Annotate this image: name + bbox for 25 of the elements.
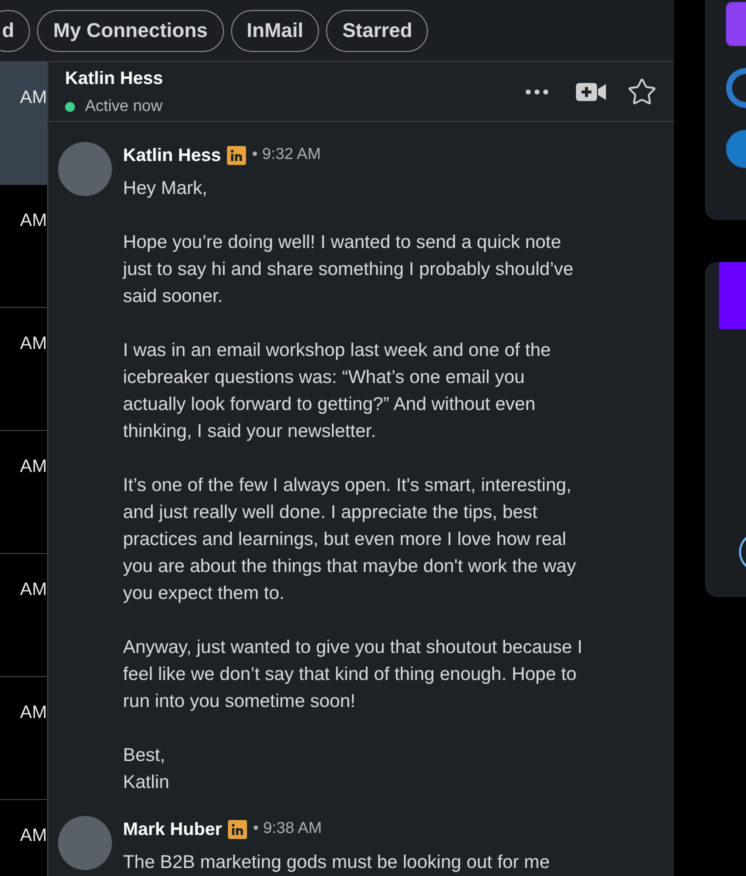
status-text: Active now bbox=[85, 96, 162, 116]
message-text: Hey Mark, bbox=[123, 176, 208, 200]
star-icon[interactable] bbox=[627, 76, 657, 106]
avatar[interactable] bbox=[58, 816, 112, 870]
message-time: • 9:32 AM bbox=[252, 145, 321, 165]
filter-pill[interactable]: Starred bbox=[326, 10, 428, 52]
message-text: Best, Katlin bbox=[123, 743, 170, 794]
filter-pill[interactable]: InMail bbox=[230, 10, 320, 52]
message-time: • 9:38 AM bbox=[253, 819, 322, 839]
avatar[interactable] bbox=[58, 142, 112, 196]
video-camera-plus-icon[interactable] bbox=[576, 80, 606, 102]
app-icon[interactable] bbox=[726, 130, 746, 168]
message-text: The B2B marketing gods must be looking out for me bbox=[123, 850, 551, 874]
linkedin-badge-icon bbox=[227, 146, 246, 164]
linkedin-badge-icon bbox=[228, 820, 248, 838]
sender-name[interactable]: Katlin Hess bbox=[123, 142, 222, 168]
sender-name[interactable]: Mark Huber bbox=[123, 816, 222, 842]
conversation-item[interactable]: AM bbox=[0, 62, 47, 185]
message-text: Hope you’re doing well! I wanted to send a quick note just to say hi and share something I probably should’ve said sooner. bbox=[123, 230, 574, 308]
filter-pill[interactable]: d bbox=[0, 10, 30, 52]
message-text: I was in an email workshop last week and one of the icebreaker questions was: “What’s one email you actually look forward to getting?” And without even thinking, I said your newsletter. bbox=[123, 338, 552, 443]
filter-pill[interactable]: My Connections bbox=[37, 10, 224, 52]
contact-name[interactable]: Katlin Hess bbox=[65, 64, 522, 92]
message-text: It’s one of the few I always open. It's smart, interesting, and just really well done. I appreciate the tips, best practices and learnings, but even more I love how real you are about the things that maybe don't work the way you expect them to. bbox=[123, 473, 577, 605]
message-text: Anyway, just wanted to give you that shoutout because I feel like we don’t say that kind of thing enough. Hope to run into you sometime soon! bbox=[123, 635, 584, 713]
